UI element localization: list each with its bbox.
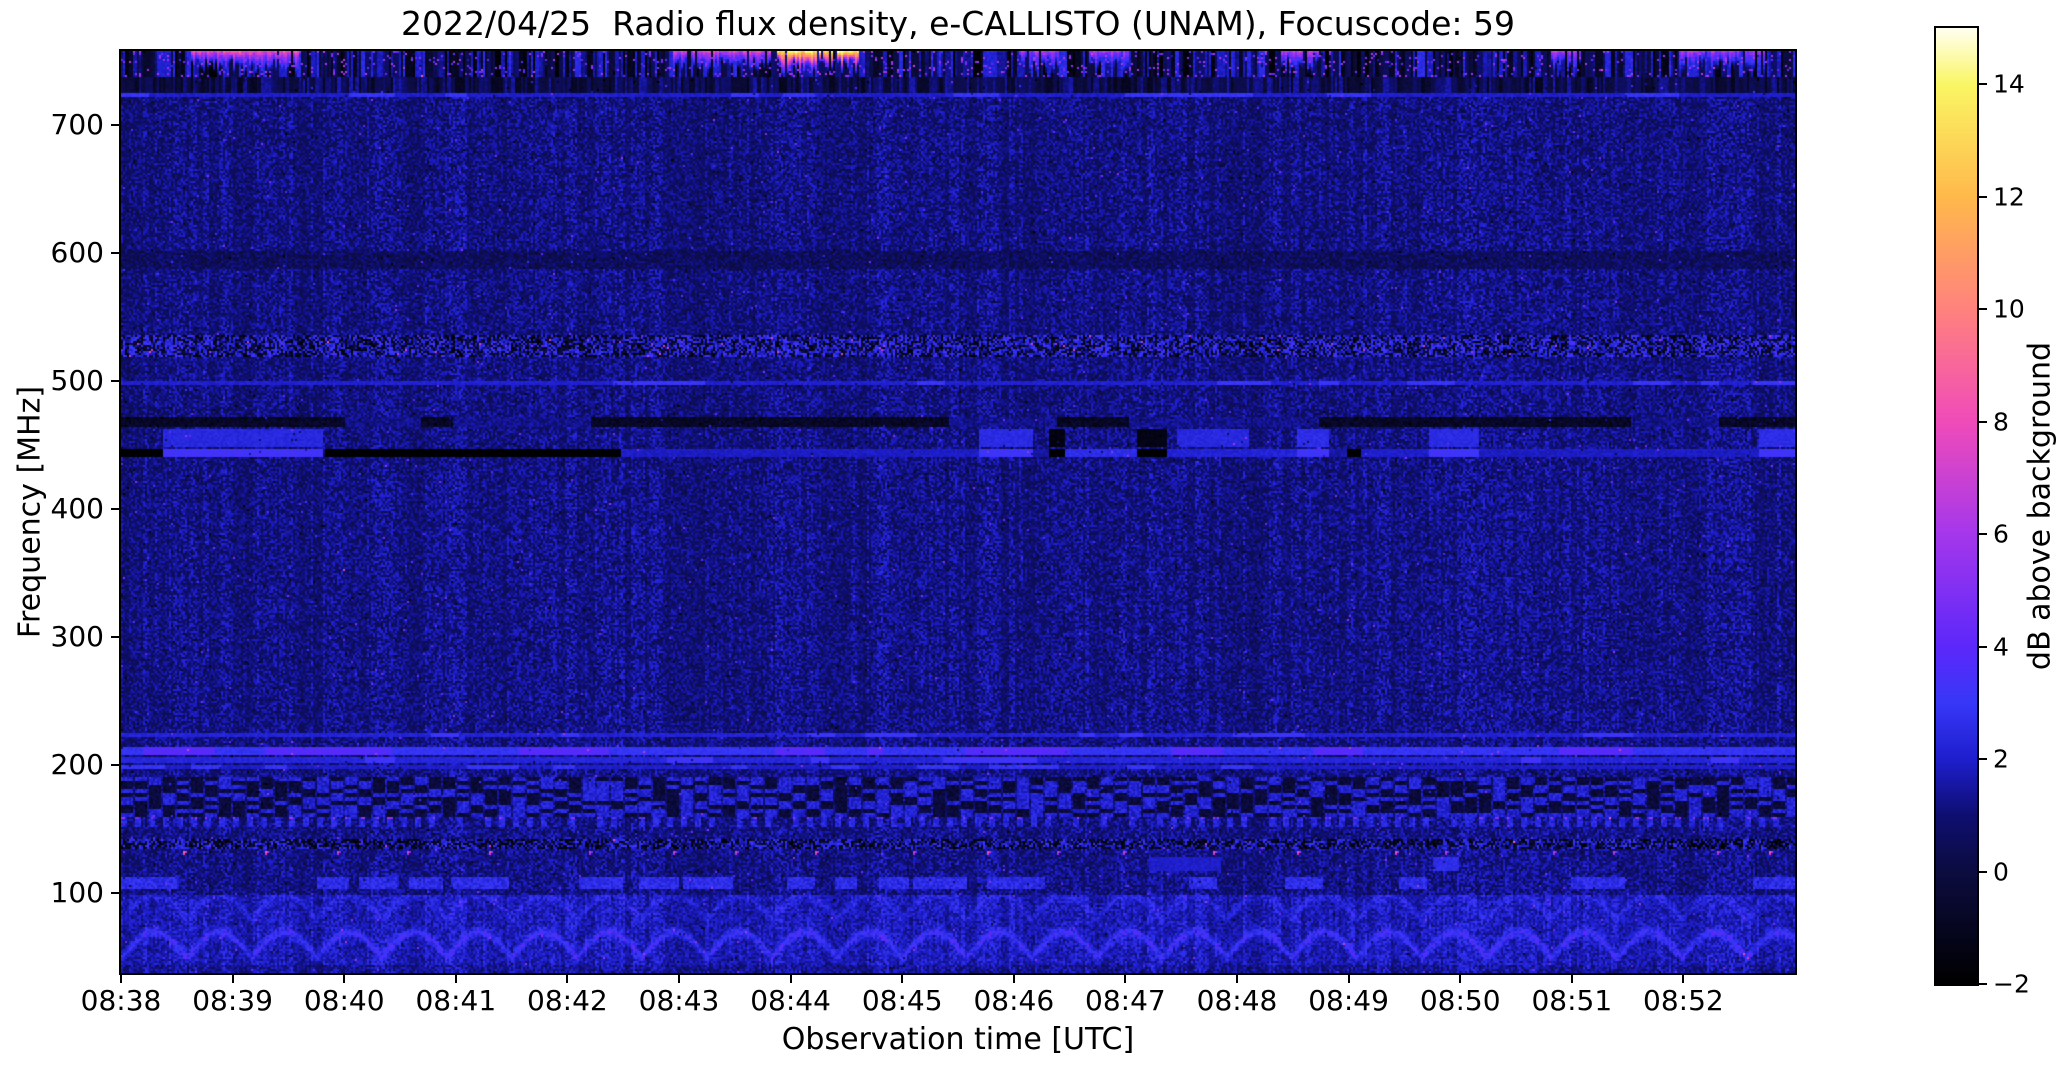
- x-axis-label: Observation time [UTC]: [781, 1022, 1135, 1057]
- colorbar-tick-mark: [1979, 533, 1987, 536]
- x-tick-label: 08:52: [1643, 984, 1724, 1017]
- colorbar-tick-mark: [1979, 983, 1987, 985]
- x-tick-mark: [1124, 975, 1127, 983]
- y-tick-label: 200: [50, 747, 104, 781]
- y-axis-label: Frequency [MHz]: [12, 385, 48, 639]
- colorbar-tick-label: 6: [1993, 519, 2009, 549]
- x-tick-mark: [1570, 975, 1573, 983]
- colorbar-tick-mark: [1979, 195, 1987, 198]
- y-tick-label: 700: [50, 107, 104, 141]
- x-tick-mark: [120, 975, 122, 983]
- colorbar-tick-label: −2: [1993, 969, 2030, 999]
- y-tick-mark: [111, 251, 119, 254]
- x-tick-mark: [231, 975, 234, 983]
- x-tick-mark: [1012, 975, 1015, 983]
- x-tick-mark: [566, 975, 569, 983]
- x-tick-mark: [1682, 975, 1685, 983]
- x-tick-mark: [789, 975, 792, 983]
- colorbar-tick-label: 0: [1993, 857, 2009, 887]
- y-tick-mark: [111, 123, 119, 126]
- x-tick-mark: [1459, 975, 1462, 983]
- colorbar-tick-mark: [1979, 83, 1987, 86]
- colorbar-tick-label: 2: [1993, 744, 2009, 774]
- colorbar-tick-mark: [1979, 870, 1987, 873]
- x-tick-mark: [454, 975, 457, 983]
- y-tick-mark: [111, 635, 119, 638]
- colorbar-tick-label: 12: [1993, 182, 2025, 212]
- colorbar-tick-label: 8: [1993, 407, 2009, 437]
- y-tick-mark: [111, 507, 119, 510]
- y-tick-label: 600: [50, 235, 104, 269]
- x-tick-mark: [343, 975, 346, 983]
- figure: 2022/04/25 Radio flux density, e-CALLIST…: [0, 0, 2066, 1067]
- colorbar-tick-mark: [1979, 308, 1987, 311]
- x-tick-mark: [901, 975, 904, 983]
- colorbar-tick-label: 14: [1993, 69, 2025, 99]
- y-tick-mark: [111, 379, 119, 382]
- y-tick-mark: [111, 891, 119, 894]
- colorbar: [1934, 26, 1979, 986]
- y-tick-label: 100: [50, 875, 104, 909]
- spectrogram-heatmap: [121, 51, 1795, 973]
- x-tick-mark: [1347, 975, 1350, 983]
- x-tick-mark: [1236, 975, 1238, 983]
- colorbar-label: dB above background: [2022, 341, 2058, 671]
- colorbar-tick-label: 10: [1993, 294, 2025, 324]
- x-tick-mark: [678, 975, 680, 983]
- colorbar-tick-mark: [1979, 420, 1987, 423]
- colorbar-tick-mark: [1979, 758, 1987, 761]
- colorbar-tick-mark: [1979, 645, 1987, 648]
- colorbar-gradient: [1936, 28, 1977, 984]
- y-tick-mark: [111, 763, 119, 766]
- chart-title: 2022/04/25 Radio flux density, e-CALLIST…: [400, 4, 1516, 43]
- colorbar-tick-label: 4: [1993, 632, 2009, 662]
